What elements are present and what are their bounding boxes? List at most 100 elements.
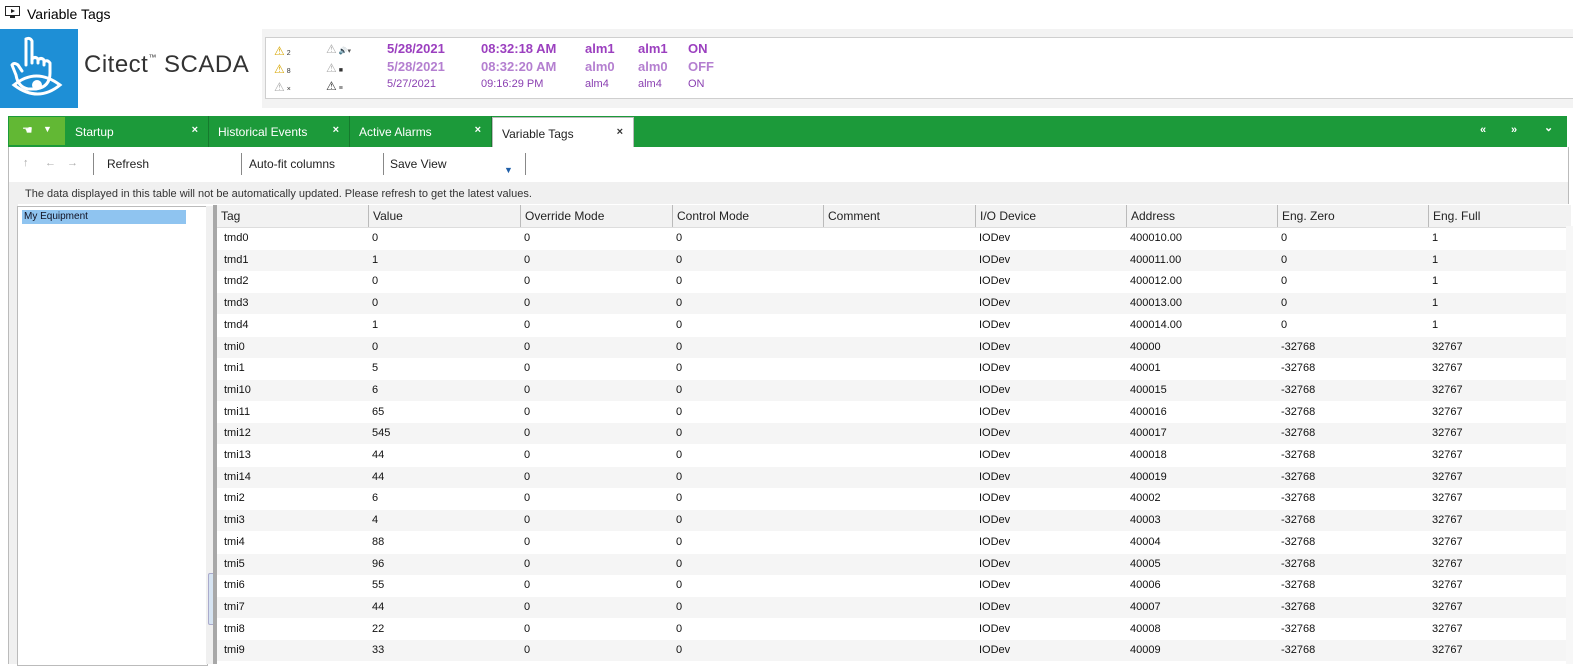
table-cell: 400015 xyxy=(1130,383,1167,396)
citect-logo xyxy=(0,29,78,108)
warning-disabled-icon[interactable]: ⚠ × xyxy=(274,80,291,94)
up-arrow-icon[interactable]: ↑ xyxy=(23,157,29,169)
table-row[interactable]: tmi11 65 0 0 IODev 400016 -32768 32767 xyxy=(217,402,1571,423)
table-row[interactable]: tmi2 6 0 0 IODev 40002 -32768 32767 xyxy=(217,488,1571,509)
warning-bell-icon[interactable]: ⚠ 2 xyxy=(274,44,291,58)
table-row[interactable]: tmi4 88 0 0 IODev 40004 -32768 32767 xyxy=(217,532,1571,553)
app-icon xyxy=(5,6,20,18)
main-menu-button[interactable]: ☚ ▼ xyxy=(9,117,65,145)
column-label: Value xyxy=(373,209,403,223)
table-cell: IODev xyxy=(979,622,1011,635)
tree-item-my-equipment[interactable]: My Equipment xyxy=(22,210,186,224)
tab-variable-tags[interactable]: Variable Tags × xyxy=(492,117,634,147)
table-cell: -32768 xyxy=(1281,535,1316,548)
table-cell: 0 xyxy=(524,622,531,635)
table-row[interactable]: tmi13 44 0 0 IODev 400018 -32768 32767 xyxy=(217,445,1571,466)
close-icon[interactable]: × xyxy=(617,126,623,138)
table-cell: 44 xyxy=(372,449,385,461)
window-titlebar: Variable Tags xyxy=(0,0,1573,30)
table-cell: tmi14 xyxy=(224,470,251,483)
table-row[interactable]: tmi12 545 0 0 IODev 400017 -32768 32767 xyxy=(217,423,1571,445)
tab-startup[interactable]: Startup × xyxy=(66,116,209,147)
scroll-tabs-left-icon[interactable]: « xyxy=(1480,124,1486,136)
alarm-state: ON xyxy=(688,78,705,90)
table-row[interactable]: tmi0 0 0 0 IODev 40000 -32768 32767 xyxy=(217,336,1571,358)
auto-fit-columns-button[interactable]: Auto-fit columns xyxy=(249,157,335,171)
warning-list-icon[interactable]: ⚠ ≡ xyxy=(326,79,343,93)
table-row[interactable]: tmi6 55 0 0 IODev 40006 -32768 32767 xyxy=(217,575,1571,596)
table-cell: 0 xyxy=(1281,318,1288,331)
table-cell: 0 xyxy=(524,318,531,331)
close-icon[interactable]: × xyxy=(333,124,339,136)
table-cell: 0 xyxy=(676,362,683,375)
table-row[interactable]: tmd3 0 0 0 IODev 400013.00 0 1 xyxy=(217,293,1571,315)
table-row[interactable]: tmi7 44 0 0 IODev 40007 -32768 32767 xyxy=(217,596,1571,618)
column-label: Eng. Full xyxy=(1433,209,1481,223)
table-cell: 0 xyxy=(676,253,683,266)
table-cell: 32767 xyxy=(1432,535,1463,548)
save-view-button[interactable]: Save View xyxy=(390,157,446,171)
column-header-io-device[interactable]: I/O Device xyxy=(976,205,1127,227)
save-view-dropdown-icon[interactable]: ▼ xyxy=(504,165,513,175)
scroll-tabs-right-icon[interactable]: » xyxy=(1511,124,1517,136)
table-row[interactable]: tmd2 0 0 0 IODev 400012.00 0 1 xyxy=(217,271,1571,292)
column-header-value[interactable]: Value xyxy=(369,205,521,227)
warning-silence-icon[interactable]: ⚠ ■ xyxy=(326,61,343,75)
column-header-address[interactable]: Address xyxy=(1127,205,1278,227)
table-cell: 32767 xyxy=(1432,383,1463,396)
table-row[interactable]: tmd0 0 0 0 IODev 400010.00 0 1 xyxy=(217,228,1571,249)
table-cell: IODev xyxy=(979,579,1011,592)
table-cell: 0 xyxy=(676,600,683,613)
warning-sound-icon[interactable]: ⚠ 🔊▾ xyxy=(326,42,351,56)
column-header-eng-zero[interactable]: Eng. Zero xyxy=(1278,205,1429,227)
table-cell: 0 xyxy=(676,340,683,353)
table-cell: 1 xyxy=(1432,297,1439,310)
column-header-comment[interactable]: Comment xyxy=(824,205,976,227)
table-cell: 0 xyxy=(524,383,531,396)
table-cell: 0 xyxy=(524,557,531,570)
table-row[interactable]: tmi5 96 0 0 IODev 40005 -32768 32767 xyxy=(217,553,1571,575)
table-cell: 32767 xyxy=(1432,492,1463,505)
tab-historical-events[interactable]: Historical Events × xyxy=(209,116,350,147)
table-row[interactable]: tmi10 6 0 0 IODev 400015 -32768 32767 xyxy=(217,379,1571,401)
table-cell: 400012.00 xyxy=(1130,275,1182,288)
table-row[interactable]: tmi3 4 0 0 IODev 40003 -32768 32767 xyxy=(217,510,1571,532)
table-cell: tmi8 xyxy=(224,622,245,635)
table-cell: -32768 xyxy=(1281,514,1316,527)
close-icon[interactable]: × xyxy=(475,124,481,136)
forward-arrow-icon[interactable]: → xyxy=(67,157,78,169)
table-row[interactable]: tmd4 1 0 0 IODev 400014.00 0 1 xyxy=(217,315,1571,336)
table-cell: 22 xyxy=(372,622,385,635)
column-header-eng-full[interactable]: Eng. Full xyxy=(1429,205,1571,227)
alarm-state: OFF xyxy=(688,59,714,74)
tab-label: Active Alarms xyxy=(359,125,432,139)
toolbar-divider xyxy=(383,153,384,175)
alarm-tag: alm4 xyxy=(585,78,609,90)
alarm-banner: ⚠ 2 ⚠ 🔊▾ ⚠ 8 ⚠ ■ ⚠ × ⚠ ≡ 5/28/2021 08:32:18 AM… xyxy=(265,37,1573,99)
table-cell: 32767 xyxy=(1432,362,1463,375)
tab-list-chevron-icon[interactable]: ⌄ xyxy=(1544,121,1553,134)
table-row[interactable]: tmd1 1 0 0 IODev 400011.00 0 1 xyxy=(217,249,1571,271)
table-row[interactable]: tmi14 44 0 0 IODev 400019 -32768 32767 xyxy=(217,466,1571,488)
table-cell: 0 xyxy=(676,232,683,244)
tab-active-alarms[interactable]: Active Alarms × xyxy=(350,116,492,147)
table-cell: 0 xyxy=(676,318,683,331)
table-cell: 0 xyxy=(524,579,531,592)
back-arrow-icon[interactable]: ← xyxy=(45,157,56,169)
table-row[interactable]: tmi8 22 0 0 IODev 40008 -32768 32767 xyxy=(217,619,1571,640)
table-row[interactable]: tmi9 33 0 0 IODev 40009 -32768 32767 xyxy=(217,640,1571,662)
tree-item-label: My Equipment xyxy=(24,211,88,222)
column-header-tag[interactable]: Tag xyxy=(217,205,369,227)
refresh-button[interactable]: Refresh xyxy=(107,157,149,171)
table-cell: 32767 xyxy=(1432,514,1463,527)
table-row[interactable]: tmi1 5 0 0 IODev 40001 -32768 32767 xyxy=(217,358,1571,379)
table-cell: tmi4 xyxy=(224,535,245,548)
grid-header: Tag Value Override Mode Control Mode Com… xyxy=(217,205,1571,228)
toolbar: ↑ ← → Refresh Auto-fit columns Save View… xyxy=(8,147,1569,183)
column-header-override-mode[interactable]: Override Mode xyxy=(521,205,673,227)
warning-ack-icon[interactable]: ⚠ 8 xyxy=(274,62,291,76)
table-cell: 40001 xyxy=(1130,362,1161,375)
close-icon[interactable]: × xyxy=(192,124,198,136)
alarm-name: alm0 xyxy=(638,59,668,74)
column-header-control-mode[interactable]: Control Mode xyxy=(673,205,824,227)
